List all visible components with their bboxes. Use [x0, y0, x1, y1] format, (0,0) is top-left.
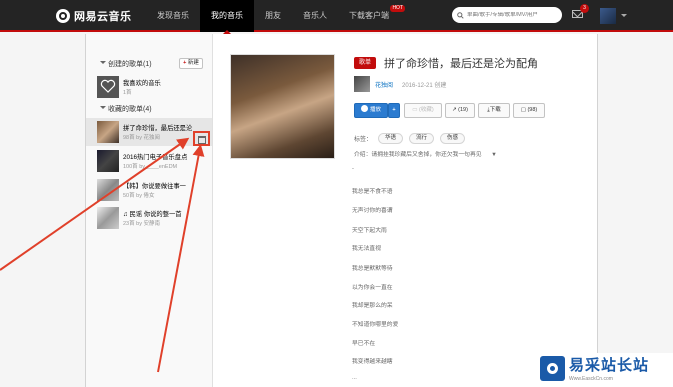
intro-text: 介绍：请拥挂我珍藏后又舍掉，你还欠我一句再见 — [354, 152, 482, 158]
watermark-text: 易采站长站 — [569, 357, 650, 374]
playlist-item[interactable]: 2016热门电子音乐盘点 100首 by ____enEDM — [86, 147, 212, 175]
playlist-item-liked[interactable]: 我喜欢的音乐 1首 — [86, 73, 212, 101]
top-navigation-bar: 网易云音乐 发现音乐 我的音乐 朋友 音乐人 下载客户端 HOT 3 — [0, 0, 673, 34]
message-count-badge: 3 — [580, 4, 589, 13]
tag-chip[interactable]: 伤感 — [440, 133, 466, 144]
tags-label: 标签： — [354, 137, 373, 143]
comment-button[interactable]: ▢ (98) — [513, 103, 545, 118]
caret-down-icon — [100, 106, 106, 112]
new-playlist-button[interactable]: + 新建 — [179, 58, 203, 69]
share-icon: ↗ — [452, 107, 457, 113]
playlist-name: 2016热门电子音乐盘点 — [123, 154, 188, 161]
playlist-item[interactable]: ♫ 民谣 你说的整一首 23首 by 安静南 — [86, 204, 212, 232]
playlist-cover-large — [230, 54, 335, 159]
nav-musicians[interactable]: 音乐人 — [292, 0, 338, 32]
netease-music-icon — [56, 9, 70, 23]
hot-badge: HOT — [390, 5, 405, 12]
description-line: 我总是默默等待 — [352, 266, 393, 272]
download-label: 下载 — [489, 107, 501, 113]
watermark: 易采站长站 Www.EasckCn.com — [540, 353, 673, 387]
tag-row: 标签： 华语 流行 伤感 — [354, 133, 466, 144]
playlist-meta: 100首 by ____enEDM — [123, 164, 178, 170]
search-input[interactable] — [467, 12, 557, 18]
share-label: (19) — [458, 107, 468, 113]
search-box[interactable] — [452, 7, 562, 23]
playlist-name: 【韩】你说要做往事一 — [123, 183, 186, 190]
folder-icon: ▭ — [412, 107, 418, 113]
playlist-meta: 50首 by 倦女 — [123, 193, 155, 199]
nav-download-client[interactable]: 下载客户端 HOT — [338, 0, 405, 32]
tag-chip[interactable]: 流行 — [409, 133, 435, 144]
download-button[interactable]: ⤓下载 — [478, 103, 510, 118]
collect-button[interactable]: ▭ (收藏) — [404, 103, 442, 118]
description-line: 我总是不食不语 — [352, 189, 393, 195]
new-button-label: 新建 — [187, 60, 199, 66]
playlist-meta: 1首 — [123, 90, 132, 96]
creator-avatar[interactable] — [354, 76, 370, 92]
description-line: - — [352, 166, 354, 172]
collected-header-label: 收藏的歌单(4) — [108, 106, 152, 113]
description-line: 无声讨你的喜谓 — [352, 208, 393, 214]
description-line: 天空下起大雨 — [352, 228, 387, 234]
playlist-item[interactable]: 【韩】你说要做往事一 50首 by 倦女 — [86, 176, 212, 204]
collect-label: (收藏) — [419, 107, 434, 113]
playlist-type-tag: 歌单 — [354, 57, 377, 69]
brand-name: 网易云音乐 — [74, 11, 132, 23]
created-header-label: 创建的歌单(1) — [108, 61, 152, 68]
search-icon — [457, 11, 464, 19]
nav-friends[interactable]: 朋友 — [254, 0, 292, 32]
description-line: 我变得越来越瞎 — [352, 359, 393, 365]
main-nav: 发现音乐 我的音乐 朋友 音乐人 下载客户端 HOT — [146, 0, 405, 34]
created-playlists-header[interactable]: 创建的歌单(1) — [100, 59, 152, 69]
user-avatar[interactable] — [600, 8, 616, 24]
description-line: 不知道你哪里的爱 — [352, 322, 399, 328]
created-date: 2016-12-21 创建 — [402, 83, 447, 89]
play-label: 播放 — [369, 107, 381, 113]
delete-highlight-box — [193, 131, 210, 146]
description-line: 早已不在 — [352, 341, 376, 347]
description-line: ... — [352, 375, 357, 381]
description-line: 我无法直视 — [352, 246, 381, 252]
description-line: 我却是那么的呆 — [352, 303, 393, 309]
comment-label: (98) — [527, 107, 538, 113]
playlist-intro: 介绍：请拥挂我珍藏后又舍掉，你还欠我一句再见 ▼ — [354, 149, 497, 158]
watermark-logo-icon — [540, 356, 565, 381]
playlist-name: 我喜欢的音乐 — [123, 80, 161, 87]
comment-icon: ▢ — [520, 107, 526, 113]
creator-link[interactable]: 花独阅 — [375, 80, 393, 89]
playlist-meta: 23首 by 安静南 — [123, 221, 160, 227]
add-to-queue-button[interactable]: + — [388, 103, 400, 118]
playlist-cover — [97, 207, 119, 229]
description-line: 以为你会一直在 — [352, 285, 393, 291]
playlist-cover — [97, 121, 119, 143]
expand-icon[interactable]: ▼ — [491, 152, 497, 158]
playlist-cover — [97, 150, 119, 172]
play-icon — [360, 105, 368, 112]
share-button[interactable]: ↗ (19) — [445, 103, 475, 118]
playlist-name: ♫ 民谣 你说的整一首 — [123, 211, 182, 218]
playlist-cover — [97, 179, 119, 201]
caret-down-icon — [100, 61, 106, 67]
tag-chip[interactable]: 华语 — [378, 133, 404, 144]
playlist-title: 拼了命珍惜，最后还是沦为配角 — [384, 58, 538, 70]
nav-my-music[interactable]: 我的音乐 — [200, 0, 254, 34]
nav-discover[interactable]: 发现音乐 — [146, 0, 200, 32]
watermark-url: Www.EasckCn.com — [569, 376, 613, 382]
collected-playlists-header[interactable]: 收藏的歌单(4) — [100, 104, 152, 114]
chevron-down-icon[interactable] — [621, 14, 627, 20]
nav-download-label: 下载客户端 — [349, 11, 389, 20]
play-button[interactable]: 播放 — [354, 103, 388, 118]
heart-icon — [97, 76, 119, 98]
trash-icon[interactable] — [198, 136, 206, 144]
brand-logo[interactable]: 网易云音乐 — [56, 8, 132, 24]
